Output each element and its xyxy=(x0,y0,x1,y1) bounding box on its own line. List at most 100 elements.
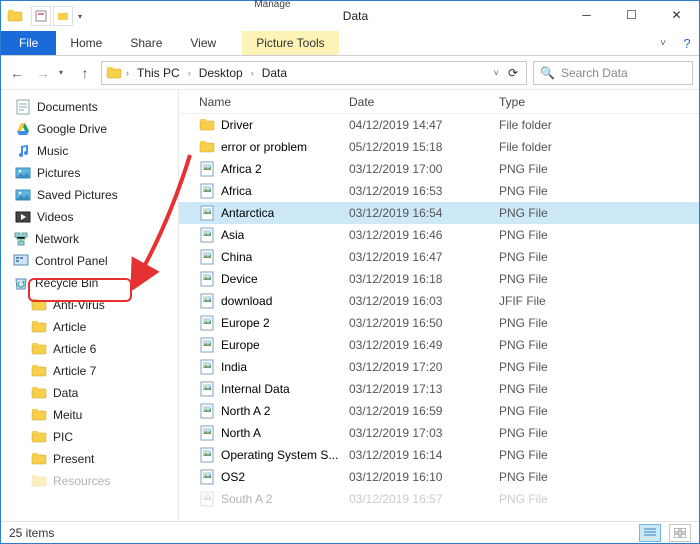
ribbon-tab-share[interactable]: Share xyxy=(116,31,176,55)
pic-icon xyxy=(15,165,31,181)
tree-item[interactable]: Network xyxy=(3,228,176,250)
chevron-right-icon[interactable]: › xyxy=(249,68,256,78)
file-row[interactable]: North A 203/12/2019 16:59PNG File xyxy=(179,400,699,422)
app-icon xyxy=(7,8,23,24)
file-date: 03/12/2019 17:13 xyxy=(339,382,489,396)
file-list[interactable]: Driver04/12/2019 14:47File foldererror o… xyxy=(179,114,699,521)
tree-item[interactable]: PIC xyxy=(3,426,176,448)
tree-item-label: Google Drive xyxy=(37,122,107,136)
column-headers[interactable]: Name Date Type xyxy=(179,90,699,114)
tree-item[interactable]: Meitu xyxy=(3,404,176,426)
minimize-button[interactable]: ─ xyxy=(564,1,609,29)
ribbon-tab-picture-tools[interactable]: Picture Tools xyxy=(242,31,338,55)
file-type: PNG File xyxy=(489,228,699,242)
breadcrumb-desktop[interactable]: Desktop xyxy=(195,66,247,80)
qat-properties[interactable] xyxy=(31,6,51,26)
file-row[interactable]: Internal Data03/12/2019 17:13PNG File xyxy=(179,378,699,400)
tree-item[interactable]: Control Panel xyxy=(3,250,176,272)
refresh-icon[interactable]: ⟳ xyxy=(504,66,522,80)
address-dropdown[interactable]: ˅ xyxy=(491,68,502,78)
maximize-button[interactable]: ☐ xyxy=(609,1,654,29)
view-large-button[interactable] xyxy=(669,524,691,542)
pic-icon xyxy=(15,187,31,203)
file-row[interactable]: Operating System S...03/12/2019 16:14PNG… xyxy=(179,444,699,466)
file-type: PNG File xyxy=(489,338,699,352)
file-type: JFIF File xyxy=(489,294,699,308)
file-date: 05/12/2019 15:18 xyxy=(339,140,489,154)
file-row[interactable]: China03/12/2019 16:47PNG File xyxy=(179,246,699,268)
breadcrumb-this-pc[interactable]: This PC xyxy=(133,66,184,80)
qat-dropdown[interactable]: ▾ xyxy=(75,12,85,21)
file-row[interactable]: Antarctica03/12/2019 16:54PNG File xyxy=(179,202,699,224)
nav-up[interactable]: ↑ xyxy=(75,63,95,83)
breadcrumb-data[interactable]: Data xyxy=(258,66,291,80)
file-name: OS2 xyxy=(221,470,245,484)
file-row[interactable]: Africa 203/12/2019 17:00PNG File xyxy=(179,158,699,180)
file-date: 03/12/2019 16:10 xyxy=(339,470,489,484)
tree-item[interactable]: Data xyxy=(3,382,176,404)
file-row[interactable]: Europe03/12/2019 16:49PNG File xyxy=(179,334,699,356)
search-icon: 🔍 xyxy=(540,66,555,80)
file-row[interactable]: error or problem05/12/2019 15:18File fol… xyxy=(179,136,699,158)
search-box[interactable]: 🔍 xyxy=(533,61,693,85)
file-date: 03/12/2019 16:59 xyxy=(339,404,489,418)
tree-item[interactable]: Recycle Bin xyxy=(3,272,176,294)
ribbon-collapse-icon[interactable]: ˅ xyxy=(651,31,675,55)
column-type[interactable]: Type xyxy=(489,95,699,109)
file-row[interactable]: Asia03/12/2019 16:46PNG File xyxy=(179,224,699,246)
tree-item[interactable]: Google Drive xyxy=(3,118,176,140)
tree-item-label: Article 6 xyxy=(53,342,96,356)
tree-item[interactable]: Pictures xyxy=(3,162,176,184)
nav-back[interactable]: ← xyxy=(7,63,27,83)
nav-history-dropdown[interactable]: ▾ xyxy=(59,68,69,77)
file-row[interactable]: North A03/12/2019 17:03PNG File xyxy=(179,422,699,444)
file-date: 03/12/2019 16:57 xyxy=(339,492,489,506)
tree-item[interactable]: Article xyxy=(3,316,176,338)
search-input[interactable] xyxy=(561,66,686,80)
tree-item[interactable]: Videos xyxy=(3,206,176,228)
help-icon[interactable]: ? xyxy=(675,31,699,55)
tree-item[interactable]: Article 6 xyxy=(3,338,176,360)
file-name: South A 2 xyxy=(221,492,272,506)
chevron-right-icon[interactable]: › xyxy=(124,68,131,78)
tree-item[interactable]: Resources xyxy=(3,470,176,492)
cpanel-icon xyxy=(13,253,29,269)
ribbon-tab-home[interactable]: Home xyxy=(56,31,116,55)
tree-item[interactable]: Article 7 xyxy=(3,360,176,382)
tree-item-label: Documents xyxy=(37,100,98,114)
titlebar-left: ▾ xyxy=(1,1,85,31)
qat-new-folder[interactable] xyxy=(53,6,73,26)
tree-item[interactable]: Anti-Virus xyxy=(3,294,176,316)
tree-item-label: Music xyxy=(37,144,68,158)
file-row[interactable]: OS203/12/2019 16:10PNG File xyxy=(179,466,699,488)
chevron-right-icon[interactable]: › xyxy=(186,68,193,78)
close-button[interactable]: ✕ xyxy=(654,1,699,29)
view-details-button[interactable] xyxy=(639,524,661,542)
nav-pane[interactable]: Documents Google Drive Music PicturesSaved … xyxy=(1,90,179,521)
file-row[interactable]: Driver04/12/2019 14:47File folder xyxy=(179,114,699,136)
file-name: North A xyxy=(221,426,261,440)
tree-item[interactable]: Music xyxy=(3,140,176,162)
tree-item[interactable]: Documents xyxy=(3,96,176,118)
context-header: Manage xyxy=(254,1,290,9)
folder-icon xyxy=(31,429,47,445)
file-tab[interactable]: File xyxy=(1,31,56,55)
file-row[interactable]: South A 203/12/2019 16:57PNG File xyxy=(179,488,699,510)
folder-icon xyxy=(31,385,47,401)
folder-icon xyxy=(31,451,47,467)
nav-forward[interactable]: → xyxy=(33,63,53,83)
column-name[interactable]: Name xyxy=(179,95,339,109)
ribbon-tab-view[interactable]: View xyxy=(176,31,230,55)
file-row[interactable]: India03/12/2019 17:20PNG File xyxy=(179,356,699,378)
tree-item-label: Resources xyxy=(53,474,110,488)
tree-item[interactable]: Present xyxy=(3,448,176,470)
file-row[interactable]: Europe 203/12/2019 16:50PNG File xyxy=(179,312,699,334)
address-bar[interactable]: › This PC › Desktop › Data ˅ ⟳ xyxy=(101,61,527,85)
tree-item[interactable]: Saved Pictures xyxy=(3,184,176,206)
column-date[interactable]: Date xyxy=(339,95,489,109)
context-tab-group: Manage Picture Tools xyxy=(220,1,325,31)
file-row[interactable]: download03/12/2019 16:03JFIF File xyxy=(179,290,699,312)
file-row[interactable]: Africa03/12/2019 16:53PNG File xyxy=(179,180,699,202)
file-row[interactable]: Device03/12/2019 16:18PNG File xyxy=(179,268,699,290)
video-icon xyxy=(15,209,31,225)
